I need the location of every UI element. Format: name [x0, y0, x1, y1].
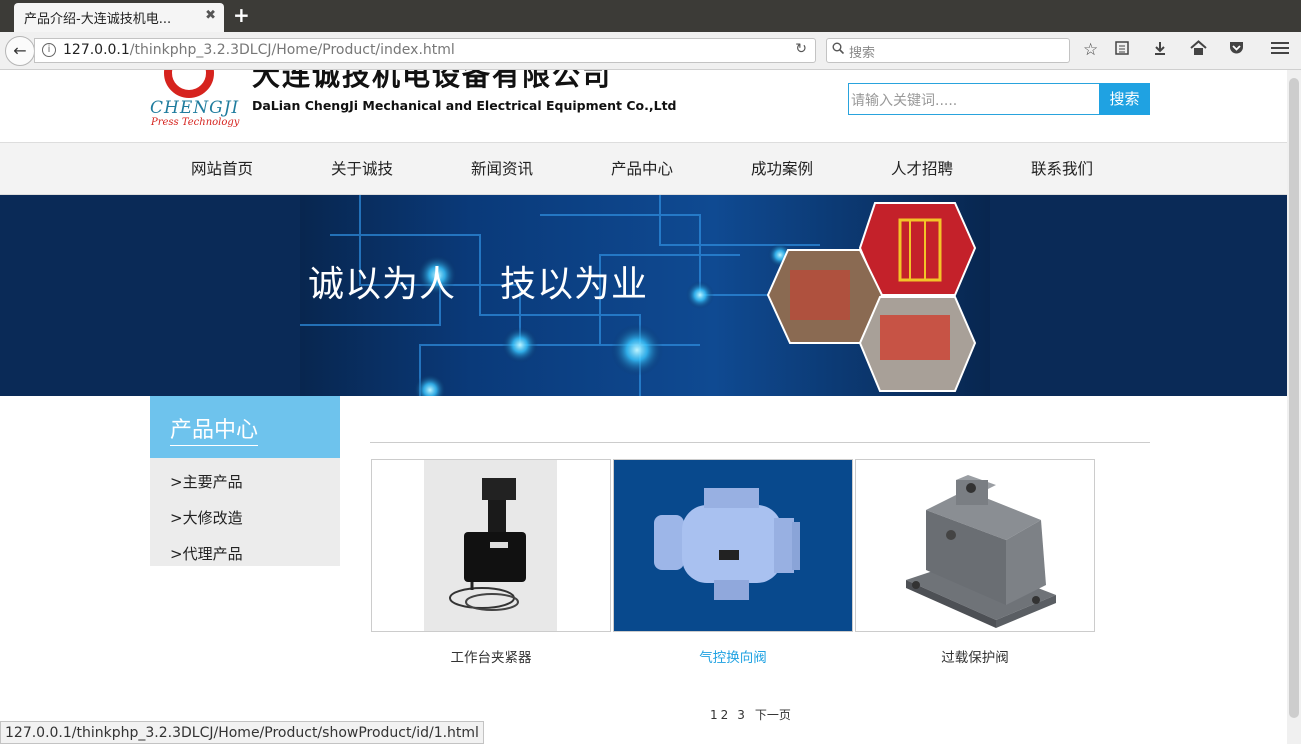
status-bar: 127.0.0.1/thinkphp_3.2.3DLCJ/Home/Produc… — [0, 721, 484, 744]
nav-about[interactable]: 关于诚技 — [292, 143, 432, 195]
product-card-3[interactable] — [855, 459, 1095, 632]
reader-list-icon[interactable] — [1114, 40, 1130, 61]
browser-toolbar: ← i 127.0.0.1/thinkphp_3.2.3DLCJ/Home/Pr… — [0, 32, 1301, 70]
sidebar-item-main-products[interactable]: >主要产品 — [150, 464, 340, 500]
hero-banner: 诚以为人 技以为业 — [0, 195, 1287, 396]
company-logo[interactable]: CHENGJI Press Technology — [150, 70, 242, 132]
close-icon[interactable]: ✖ — [205, 8, 216, 23]
new-tab-icon[interactable]: + — [233, 3, 250, 27]
product-name-2[interactable]: 气控换向阀 — [613, 646, 853, 666]
nav-home[interactable]: 网站首页 — [152, 143, 292, 195]
back-arrow-icon[interactable]: ← — [5, 36, 35, 66]
banner-slogan-2: 技以为业 — [500, 264, 649, 305]
product-name-3[interactable]: 过载保护阀 — [855, 646, 1095, 666]
search-icon — [832, 42, 845, 57]
pocket-icon[interactable] — [1228, 40, 1245, 61]
product-image-clamp — [424, 460, 557, 631]
pagination: 1 2 3 下一页 — [710, 706, 797, 721]
url-host: 127.0.0.1 — [63, 42, 130, 58]
nav-cases[interactable]: 成功案例 — [712, 143, 852, 195]
site-search-button[interactable]: 搜索 — [1099, 83, 1150, 115]
company-name-en: DaLian ChengJi Mechanical and Electrical… — [252, 98, 677, 113]
logo-text: CHENGJI — [150, 98, 240, 118]
site-header: CHENGJI Press Technology 大连诚技机电设备有限公司 Da… — [0, 70, 1287, 143]
info-icon[interactable]: i — [42, 43, 56, 57]
browser-titlebar: 产品介绍-大连诚技机电... ✖ + — [0, 0, 1301, 32]
nav-contact[interactable]: 联系我们 — [992, 143, 1132, 195]
sidebar-list: >主要产品 >大修改造 >代理产品 — [150, 458, 340, 566]
home-icon[interactable] — [1190, 40, 1207, 61]
logo-mark-icon — [164, 70, 214, 98]
nav-news[interactable]: 新闻资讯 — [432, 143, 572, 195]
main-nav: 网站首页 关于诚技 新闻资讯 产品中心 成功案例 人才招聘 联系我们 — [0, 143, 1287, 195]
sidebar-item-agency-products[interactable]: >代理产品 — [150, 536, 340, 572]
url-path: /thinkphp_3.2.3DLCJ/Home/Product/index.h… — [129, 42, 455, 58]
sidebar-title: 产品中心 — [150, 396, 340, 458]
nav-products[interactable]: 产品中心 — [572, 143, 712, 195]
site-search-input[interactable]: 请输入关键词..... — [848, 83, 1100, 115]
product-sidebar: 产品中心 >主要产品 >大修改造 >代理产品 — [150, 396, 340, 566]
logo-subtext: Press Technology — [151, 117, 240, 128]
page-link-3[interactable]: 3 — [737, 708, 745, 721]
product-image-overload-valve — [906, 475, 1056, 628]
product-card-1[interactable] — [371, 459, 611, 632]
content-divider — [370, 442, 1150, 443]
address-bar[interactable]: i 127.0.0.1/thinkphp_3.2.3DLCJ/Home/Prod… — [34, 38, 816, 63]
sidebar-item-overhaul[interactable]: >大修改造 — [150, 500, 340, 536]
product-image-valve — [614, 460, 852, 631]
sidebar-title-text: 产品中心 — [170, 418, 259, 446]
download-icon[interactable] — [1152, 40, 1168, 61]
company-name-cn: 大连诚技机电设备有限公司 — [252, 70, 613, 92]
browser-search-input[interactable]: 搜索 — [826, 38, 1070, 63]
banner-slogan-1: 诚以为人 — [308, 264, 457, 305]
browser-search-placeholder: 搜索 — [849, 46, 876, 61]
product-name-1[interactable]: 工作台夹紧器 — [371, 646, 611, 666]
menu-icon[interactable] — [1271, 40, 1289, 61]
product-card-2[interactable] — [613, 459, 853, 632]
page-link-2[interactable]: 2 — [721, 708, 729, 721]
bookmark-star-icon[interactable]: ☆ — [1083, 40, 1098, 60]
browser-tab[interactable]: 产品介绍-大连诚技机电... ✖ — [14, 3, 224, 32]
page-link-1[interactable]: 1 — [710, 708, 718, 721]
next-page-link[interactable]: 下一页 — [755, 708, 791, 721]
scrollbar-thumb[interactable] — [1289, 78, 1299, 718]
reload-icon[interactable]: ↻ — [795, 41, 807, 57]
tab-title: 产品介绍-大连诚技机电... — [24, 12, 172, 27]
nav-careers[interactable]: 人才招聘 — [852, 143, 992, 195]
web-page: CHENGJI Press Technology 大连诚技机电设备有限公司 Da… — [0, 70, 1287, 721]
